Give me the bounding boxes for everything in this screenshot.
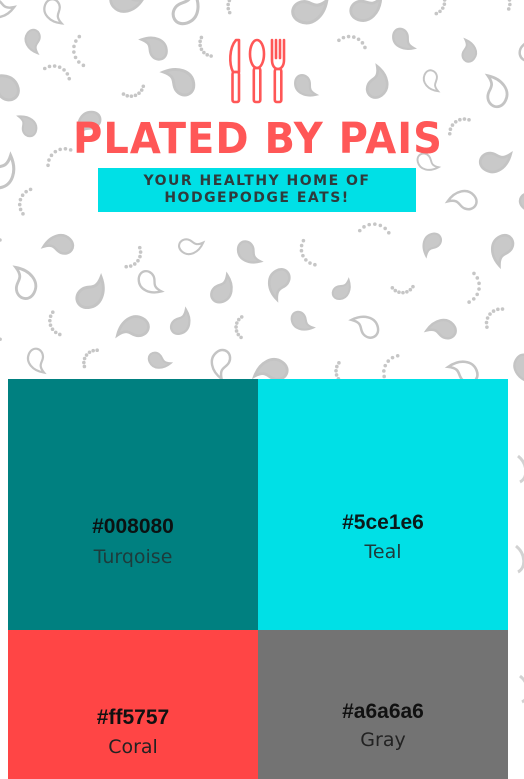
paisley-drop-icon xyxy=(514,544,524,574)
swatch-hex-code: #ff5757 xyxy=(96,706,170,729)
swatch-hex-code: #008080 xyxy=(92,515,174,538)
swatch-teal: #5ce1e6 Teal xyxy=(258,379,508,630)
swatch-hex-code: #5ce1e6 xyxy=(342,511,424,534)
swatch-turqoise: #008080 Turqoise xyxy=(8,379,258,630)
swatch-hex-code: #a6a6a6 xyxy=(342,700,424,723)
swatch-color-name: Coral xyxy=(108,736,158,758)
swatch-color-name: Turqoise xyxy=(93,546,173,568)
swatch-gray: #a6a6a6 Gray xyxy=(258,630,508,779)
swatch-color-name: Teal xyxy=(364,541,402,563)
brand-title: PLATED BY PAIS xyxy=(73,114,443,164)
paisley-drop-icon xyxy=(516,454,524,484)
tagline-banner: YOUR HEALTHY HOME OF HODGEPODGE EATS! xyxy=(98,168,416,212)
knife-spoon-fork-icon xyxy=(229,38,286,104)
header: PLATED BY PAIS YOUR HEALTHY HOME OF HODG… xyxy=(0,0,524,370)
swatch-coral: #ff5757 Coral xyxy=(8,630,258,779)
swatch-color-name: Gray xyxy=(360,729,406,751)
paisley-drop-icon xyxy=(518,674,524,704)
